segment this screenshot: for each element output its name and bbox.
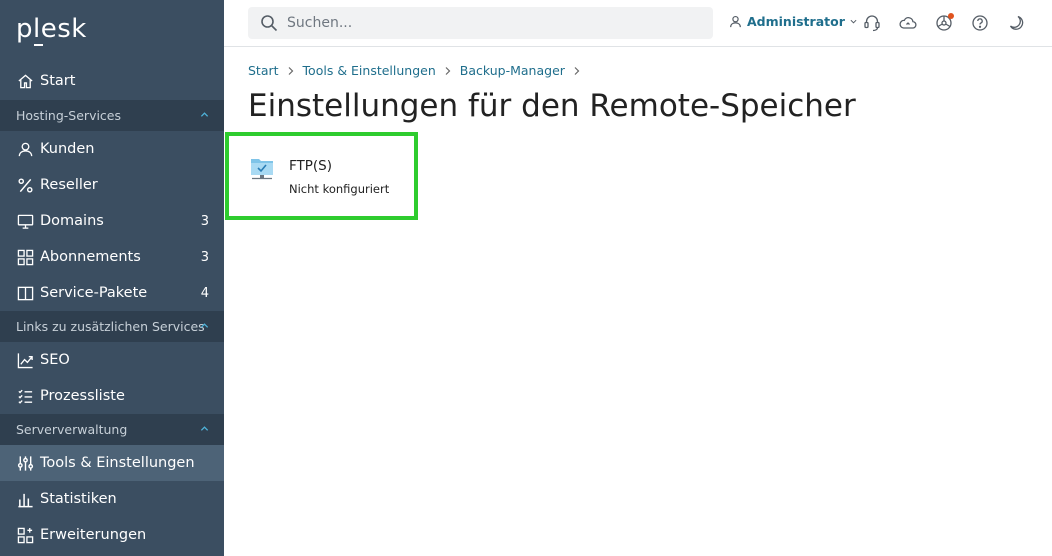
help-icon[interactable]: [970, 13, 990, 33]
dark-mode-icon[interactable]: [1006, 13, 1026, 33]
ftp-folder-icon: [251, 159, 273, 180]
chevron-right-icon: [442, 65, 454, 77]
sidebar-item-seo[interactable]: SEO: [0, 342, 224, 378]
sidebar: plesk Start Hosting-Services Kunden Rese…: [0, 0, 224, 556]
user-name: Administrator: [747, 14, 845, 29]
breadcrumb: Start Tools & Einstellungen Backup-Manag…: [248, 63, 589, 78]
notification-dot: [948, 13, 954, 19]
plesk-logo[interactable]: plesk: [0, 0, 224, 62]
percent-icon: [16, 176, 34, 194]
breadcrumb-tools[interactable]: Tools & Einstellungen: [303, 63, 436, 78]
sidebar-item-label: Kunden: [40, 141, 95, 157]
sidebar-item-abonnements[interactable]: Abonnements 3: [0, 239, 224, 275]
sidebar-item-label: Statistiken: [40, 491, 117, 507]
chevron-up-icon: [200, 426, 209, 431]
grid-icon: [16, 248, 34, 266]
sidebar-item-label: Erweiterungen: [40, 527, 147, 543]
search-icon: [261, 15, 278, 32]
sidebar-item-prozessliste[interactable]: Prozessliste: [0, 378, 224, 414]
sidebar-item-label: Tools & Einstellungen: [40, 455, 195, 471]
sidebar-item-service-pakete[interactable]: Service-Pakete 4: [0, 275, 224, 311]
top-bar: Administrator: [224, 0, 1052, 47]
search-input[interactable]: [287, 15, 687, 31]
user-icon: [730, 15, 741, 28]
search-box[interactable]: [248, 7, 713, 39]
sidebar-item-reseller[interactable]: Reseller: [0, 167, 224, 203]
logo-text: plesk: [16, 14, 87, 44]
sidebar-item-statistiken[interactable]: Statistiken: [0, 481, 224, 517]
sidebar-item-label: Abonnements: [40, 249, 141, 265]
chart-line-icon: [16, 351, 34, 369]
sidebar-item-label: SEO: [40, 352, 70, 368]
chevron-up-icon: [200, 323, 209, 328]
support-icon[interactable]: [862, 13, 882, 33]
chevron-right-icon: [571, 65, 583, 77]
domains-count: 3: [200, 213, 209, 229]
extensions-icon: [16, 526, 34, 544]
sidebar-item-kunden[interactable]: Kunden: [0, 131, 224, 167]
card-status: Nicht konfiguriert: [289, 182, 390, 196]
sidebar-item-label: Service-Pakete: [40, 285, 148, 301]
cloud-icon[interactable]: [898, 13, 918, 33]
user-icon: [16, 140, 34, 158]
sidebar-item-erweiterungen[interactable]: Erweiterungen: [0, 517, 224, 553]
home-icon: [16, 72, 34, 90]
book-icon: [16, 284, 34, 302]
group-links-services[interactable]: Links zu zusätzlichen Services: [0, 311, 224, 342]
list-icon: [16, 387, 34, 405]
ftp-storage-card[interactable]: FTP(S) Nicht konfiguriert: [225, 132, 418, 220]
group-serververwaltung[interactable]: Serververwaltung: [0, 414, 224, 445]
chevron-right-icon: [285, 65, 297, 77]
sidebar-item-start[interactable]: Start: [0, 62, 224, 100]
sidebar-item-label: Start: [40, 73, 76, 89]
abonnements-count: 3: [200, 249, 209, 265]
sliders-icon: [16, 454, 34, 472]
group-label: Serververwaltung: [16, 422, 128, 437]
group-hosting-services[interactable]: Hosting-Services: [0, 100, 224, 131]
advisor-icon[interactable]: [934, 13, 954, 33]
user-menu[interactable]: Administrator: [729, 14, 862, 29]
sidebar-item-tools-einstellungen[interactable]: Tools & Einstellungen: [0, 445, 224, 481]
sidebar-item-domains[interactable]: Domains 3: [0, 203, 224, 239]
breadcrumb-start[interactable]: Start: [248, 63, 279, 78]
chevron-down-icon: [850, 19, 857, 24]
breadcrumb-backup-manager[interactable]: Backup-Manager: [460, 63, 565, 78]
page-title: Einstellungen für den Remote-Speicher: [248, 88, 856, 124]
group-label: Hosting-Services: [16, 108, 122, 123]
card-title: FTP(S): [289, 158, 333, 174]
monitor-icon: [16, 212, 34, 230]
bar-chart-icon: [16, 490, 34, 508]
sidebar-item-label: Reseller: [40, 177, 98, 193]
group-label: Links zu zusätzlichen Services: [16, 319, 205, 334]
sidebar-item-label: Prozessliste: [40, 388, 125, 404]
chevron-up-icon: [200, 112, 209, 117]
sidebar-item-label: Domains: [40, 213, 104, 229]
main-content: Start Tools & Einstellungen Backup-Manag…: [224, 48, 1052, 556]
logo-bar: [34, 44, 43, 46]
service-pakete-count: 4: [200, 285, 209, 301]
